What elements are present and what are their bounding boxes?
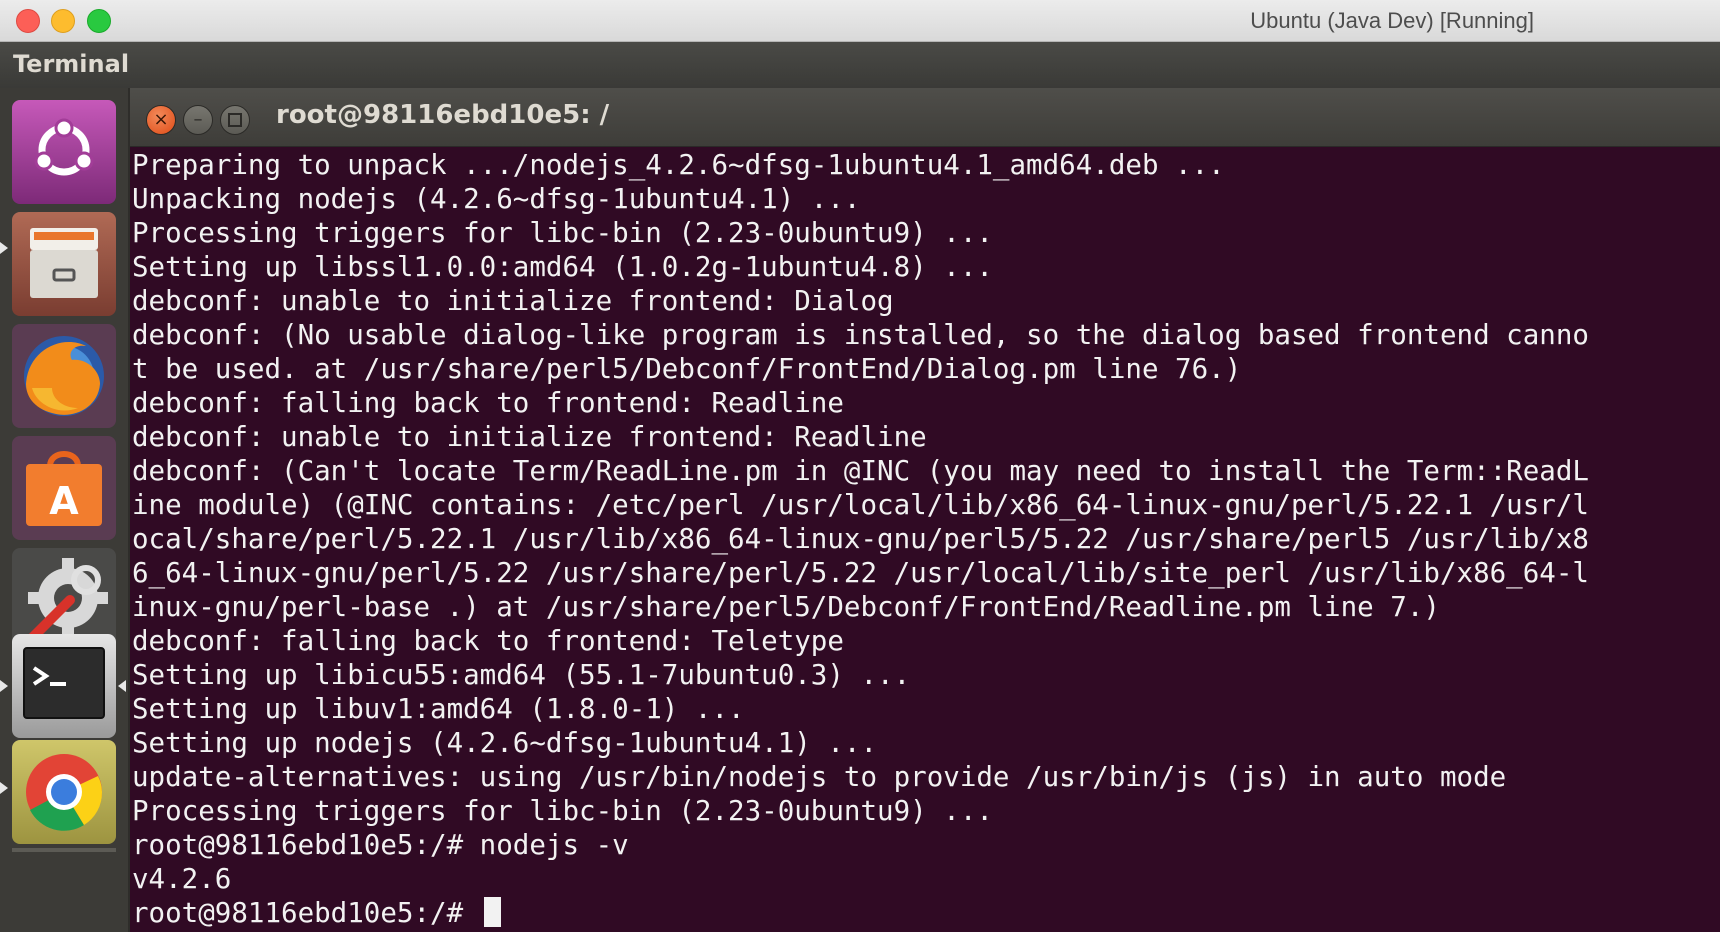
terminal-window[interactable]: × – root@98116ebd10e5: / Preparing to un… [130,88,1720,932]
launcher-item-firefox[interactable] [12,324,116,428]
terminal-line: t be used. at /usr/share/perl5/Debconf/F… [132,353,1242,385]
launcher-running-indicator [0,680,8,692]
text-cursor [483,897,501,927]
launcher-item-ubuntu-dash[interactable] [12,100,116,204]
firefox-icon [12,324,116,428]
host-window-title: Ubuntu (Java Dev) [Running] [1250,8,1534,33]
terminal-line: debconf: unable to initialize frontend: … [132,421,927,453]
terminal-close-button[interactable]: × [146,105,176,135]
launcher-item-files[interactable] [12,212,116,316]
launcher-divider [12,848,116,852]
host-minimize-button[interactable] [51,9,75,33]
terminal-line: Unpacking nodejs (4.2.6~dfsg-1ubuntu4.1)… [132,183,861,215]
launcher-running-indicator [0,242,8,254]
terminal-line: 6_64-linux-gnu/perl/5.22 /usr/share/perl… [132,557,1589,589]
host-close-button[interactable] [16,9,40,33]
terminal-prompt: root@98116ebd10e5:/# [132,897,480,929]
terminal-line: Setting up libicu55:amd64 (55.1-7ubuntu0… [132,659,911,691]
close-icon: × [153,109,169,130]
host-zoom-button[interactable] [87,9,111,33]
terminal-minimize-button[interactable]: – [183,105,213,135]
terminal-line: ine module) (@INC contains: /etc/perl /u… [132,489,1589,521]
terminal-line: debconf: falling back to frontend: Readl… [132,387,844,419]
terminal-output[interactable]: Preparing to unpack .../nodejs_4.2.6~dfs… [132,148,1720,932]
terminal-line: root@98116ebd10e5:/# nodejs -v [132,829,629,861]
terminal-line: inux-gnu/perl-base .) at /usr/share/perl… [132,591,1440,623]
terminal-line: ocal/share/perl/5.22.1 /usr/lib/x86_64-l… [132,523,1589,555]
minimize-icon: – [193,109,203,130]
ubuntu-logo-icon [12,100,116,204]
chrome-icon [12,740,116,844]
ubuntu-top-panel: Terminal [0,42,1720,88]
terminal-line: Preparing to unpack .../nodejs_4.2.6~dfs… [132,149,1225,181]
maximize-icon [228,113,242,127]
terminal-prompt-line[interactable]: root@98116ebd10e5:/# [132,896,1720,930]
terminal-line: debconf: (Can't locate Term/ReadLine.pm … [132,455,1589,487]
svg-text:A: A [49,479,79,523]
shopping-bag-icon: A [12,436,116,540]
terminal-maximize-button[interactable] [220,105,250,135]
terminal-line: debconf: (No usable dialog-like program … [132,319,1589,351]
file-cabinet-icon [12,212,116,316]
terminal-line: Setting up libuv1:amd64 (1.8.0-1) ... [132,693,745,725]
launcher-item-terminal[interactable] [12,634,116,738]
panel-app-title[interactable]: Terminal [13,50,129,78]
terminal-icon [12,634,116,738]
terminal-title: root@98116ebd10e5: / [276,100,610,130]
launcher-running-indicator [0,782,8,794]
launcher-item-software-center[interactable]: A [12,436,116,540]
terminal-line: debconf: falling back to frontend: Telet… [132,625,844,657]
launcher-focused-indicator [118,680,126,692]
terminal-line: update-alternatives: using /usr/bin/node… [132,761,1507,793]
terminal-line: Setting up libssl1.0.0:amd64 (1.0.2g-1ub… [132,251,993,283]
launcher: A [0,88,130,932]
launcher-item-chrome[interactable] [12,740,116,844]
terminal-line: Processing triggers for libc-bin (2.23-0… [132,217,993,249]
terminal-line: v4.2.6 [132,863,232,895]
terminal-line: debconf: unable to initialize frontend: … [132,285,894,317]
terminal-titlebar[interactable]: × – root@98116ebd10e5: / [130,88,1720,147]
terminal-line: Setting up nodejs (4.2.6~dfsg-1ubuntu4.1… [132,727,878,759]
terminal-line: Processing triggers for libc-bin (2.23-0… [132,795,993,827]
host-window-titlebar: Ubuntu (Java Dev) [Running] [0,0,1720,42]
